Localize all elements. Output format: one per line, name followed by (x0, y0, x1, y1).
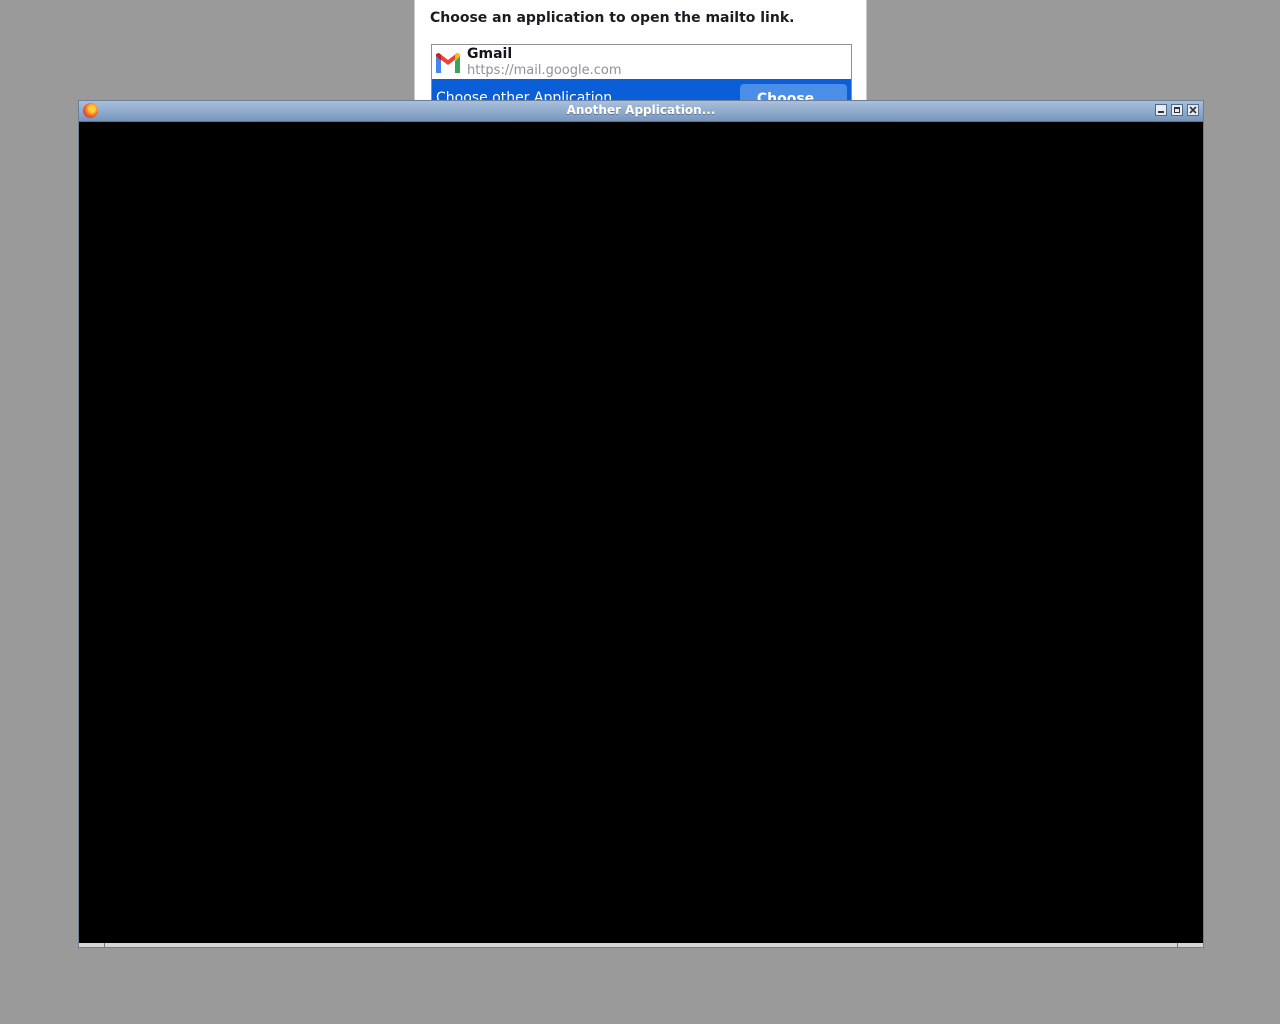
app-url: https://mail.google.com (467, 63, 622, 78)
resize-grip-right[interactable] (1177, 943, 1178, 947)
window-titlebar[interactable]: Another Application... (79, 101, 1203, 122)
maximize-button[interactable] (1171, 104, 1183, 116)
choose-other-application-item[interactable]: Choose other Application Choose... (432, 79, 851, 101)
app-item-gmail[interactable]: Gmail https://mail.google.com (432, 45, 851, 79)
gmail-icon (436, 53, 460, 73)
app-name: Gmail (467, 46, 513, 62)
window-bottom-edge[interactable] (79, 943, 1203, 947)
close-button[interactable] (1187, 104, 1199, 116)
open-with-dialog: Choose an application to open the mailto… (414, 0, 867, 102)
resize-grip-left[interactable] (104, 943, 105, 947)
close-icon (1189, 106, 1197, 114)
window-content (79, 122, 1203, 943)
minimize-button[interactable] (1155, 104, 1167, 116)
dialog-title: Choose an application to open the mailto… (430, 10, 795, 26)
another-application-window: Another Application... (78, 100, 1204, 948)
app-list: Gmail https://mail.google.com Choose oth… (431, 44, 852, 101)
window-title: Another Application... (566, 103, 716, 117)
